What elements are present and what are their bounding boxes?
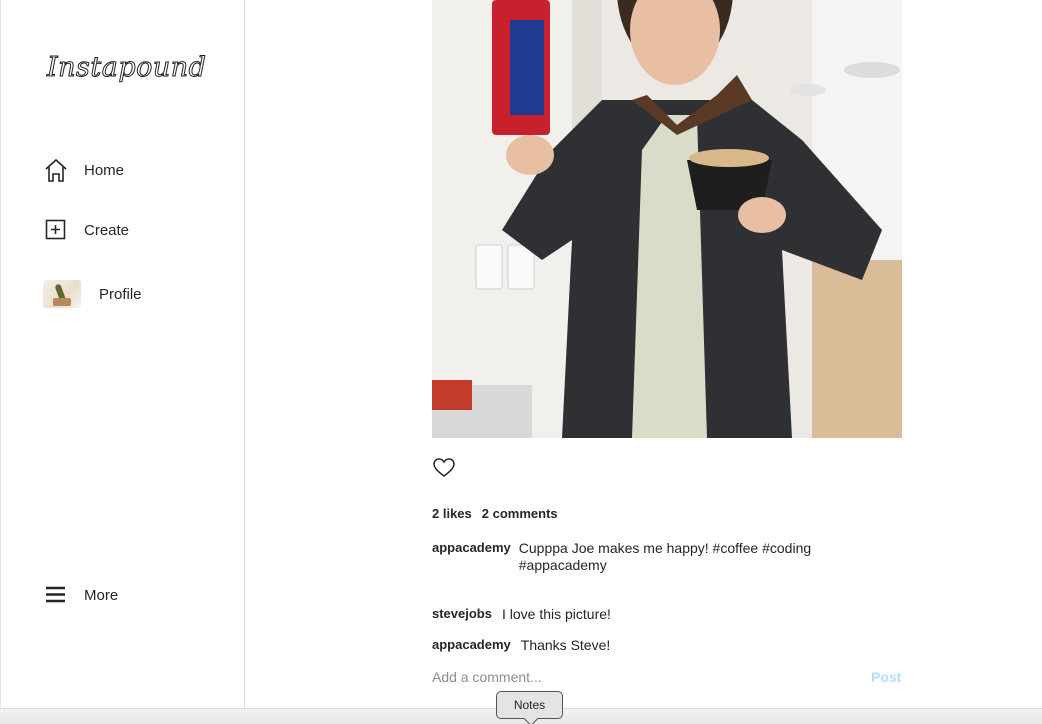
- sidebar-item-label: More: [84, 586, 119, 604]
- comment-username[interactable]: appacademy: [432, 637, 511, 654]
- sidebar-item-more[interactable]: More: [43, 582, 118, 608]
- sidebar: Instapound Home Create Profile More: [0, 0, 245, 724]
- avatar: [43, 280, 81, 308]
- dock-tooltip: Notes: [496, 691, 563, 719]
- post-comment-button[interactable]: Post: [871, 669, 901, 685]
- comments-count[interactable]: 2 comments: [482, 506, 558, 521]
- comment-text: Thanks Steve!: [520, 637, 611, 653]
- like-button[interactable]: [432, 456, 456, 480]
- sidebar-item-label: Create: [84, 221, 130, 239]
- comment-item: appacademy Thanks Steve!: [432, 637, 610, 654]
- hamburger-icon: [43, 582, 69, 608]
- sidebar-item-home[interactable]: Home: [43, 157, 124, 183]
- heart-icon: [433, 458, 455, 477]
- home-icon: [43, 157, 69, 183]
- plus-square-icon: [43, 217, 69, 243]
- sidebar-item-profile[interactable]: Profile: [43, 280, 142, 308]
- sidebar-item-label: Home: [84, 161, 125, 179]
- comment-username[interactable]: stevejobs: [432, 606, 492, 623]
- comment-item: stevejobs I love this picture!: [432, 606, 611, 623]
- likes-count[interactable]: 2 likes: [432, 506, 472, 521]
- sidebar-item-label: Profile: [99, 285, 142, 303]
- post-image[interactable]: [432, 0, 902, 438]
- comment-text: I love this picture!: [501, 606, 611, 622]
- post-caption: appacademy Cupppa Joe makes me happy! #c…: [432, 540, 852, 574]
- caption-text: Cupppa Joe makes me happy! #coffee #codi…: [518, 540, 812, 573]
- app-logo[interactable]: Instapound: [46, 52, 206, 84]
- sidebar-item-create[interactable]: Create: [43, 217, 129, 243]
- add-comment-input[interactable]: [432, 669, 812, 685]
- caption-username[interactable]: appacademy: [432, 540, 511, 574]
- post-photo: [432, 0, 902, 438]
- post-stats: 2 likes 2 comments: [432, 506, 558, 521]
